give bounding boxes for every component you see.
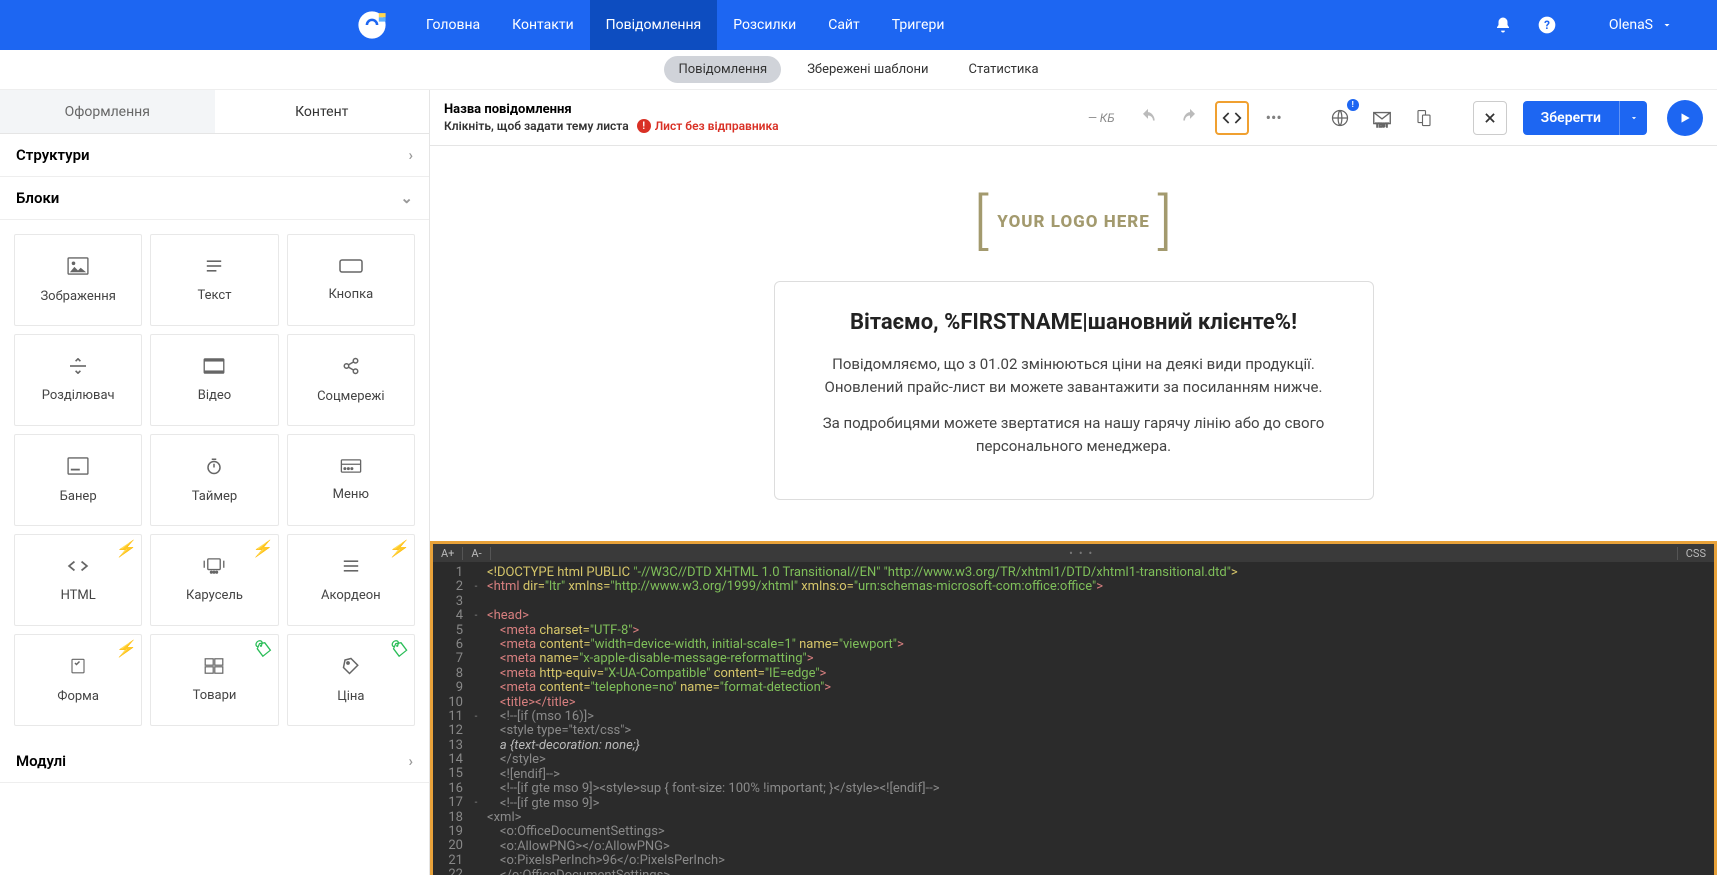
code-gutter: 12345678910111213141516171819202122: [433, 544, 469, 875]
lightning-badge-icon: ⚡: [388, 539, 408, 558]
price-icon: [342, 657, 360, 679]
block-button[interactable]: Кнопка: [287, 234, 415, 326]
chevron-right-icon: ›: [408, 752, 413, 770]
language-badge-icon: !: [1347, 99, 1359, 111]
block-banner[interactable]: Банер: [14, 434, 142, 526]
css-tab-button[interactable]: CSS: [1677, 547, 1714, 560]
user-menu[interactable]: OlenaS: [1609, 17, 1673, 33]
menu-icon: [340, 459, 362, 477]
sub-tabs: Повідомлення Збережені шаблони Статистика: [0, 50, 1717, 90]
nav-item-5[interactable]: Тригери: [876, 0, 961, 50]
code-editor-toolbar: A+ A- ••• CSS: [433, 544, 1714, 562]
email-heading: Вітаємо, %FIRSTNAME|шановний клієнте%!: [807, 310, 1341, 335]
email-paragraph: За подробицями можете звертатися на нашу…: [807, 412, 1341, 457]
email-body-card[interactable]: Вітаємо, %FIRSTNAME|шановний клієнте%! П…: [774, 281, 1374, 500]
tag-badge-icon: 🏷: [251, 639, 271, 658]
close-button[interactable]: [1473, 101, 1507, 135]
nav-item-4[interactable]: Сайт: [812, 0, 876, 50]
drag-handle-icon[interactable]: •••: [491, 547, 1677, 560]
section-structures[interactable]: Структури ›: [0, 134, 429, 177]
subtab-2[interactable]: Статистика: [955, 56, 1053, 83]
lightning-badge-icon: ⚡: [115, 539, 135, 558]
send-button[interactable]: [1667, 100, 1703, 136]
chevron-right-icon: ›: [408, 146, 413, 164]
block-html[interactable]: ⚡HTML: [14, 534, 142, 626]
chevron-down-icon: ⌄: [400, 189, 413, 207]
text-icon: [204, 258, 224, 278]
code-view-button[interactable]: [1215, 101, 1249, 135]
block-form[interactable]: ⚡Форма: [14, 634, 142, 726]
block-video[interactable]: Відео: [150, 334, 278, 426]
divider-icon: [68, 358, 88, 378]
accordion-icon: [341, 558, 361, 578]
block-timer[interactable]: Таймер: [150, 434, 278, 526]
message-subject-hint[interactable]: Клікніть, щоб задати тему листа: [444, 119, 629, 133]
section-modules[interactable]: Модулі ›: [0, 740, 429, 783]
bell-icon[interactable]: [1485, 7, 1521, 43]
editor-area: Назва повідомлення Клікніть, щоб задати …: [430, 90, 1717, 875]
redo-button[interactable]: [1173, 101, 1207, 135]
carousel-icon: [203, 558, 225, 578]
code-body[interactable]: <!DOCTYPE html PUBLIC "-//W3C//DTD XHTML…: [483, 544, 1714, 875]
block-divider[interactable]: Розділювач: [14, 334, 142, 426]
code-editor[interactable]: A+ A- ••• CSS 12345678910111213141516171…: [430, 541, 1717, 875]
subtab-0[interactable]: Повідомлення: [664, 56, 781, 83]
warning-no-sender[interactable]: ! Лист без відправника: [637, 119, 779, 133]
email-canvas[interactable]: [ YOUR LOGO HERE ] Вітаємо, %FIRSTNAME|ш…: [430, 146, 1717, 875]
block-text[interactable]: Текст: [150, 234, 278, 326]
nav-item-2[interactable]: Повідомлення: [590, 0, 718, 50]
nav-item-3[interactable]: Розсилки: [717, 0, 812, 50]
block-share[interactable]: Соцмережі: [287, 334, 415, 426]
save-dropdown[interactable]: [1619, 101, 1647, 135]
button-icon: [339, 259, 363, 277]
timer-icon: [205, 457, 223, 479]
editor-toolbar: Назва повідомлення Клікніть, щоб задати …: [430, 90, 1717, 146]
test-button[interactable]: TEST: [1365, 101, 1399, 135]
user-name: OlenaS: [1609, 17, 1653, 33]
left-panel: Оформлення Контент Структури › Блоки ⌄ З…: [0, 90, 430, 875]
top-nav: ГоловнаКонтактиПовідомленняРозсилкиСайтТ…: [0, 0, 1717, 50]
message-title[interactable]: Назва повідомлення: [444, 102, 779, 117]
tab-content[interactable]: Контент: [215, 90, 430, 134]
font-increase-button[interactable]: A+: [433, 547, 463, 560]
save-button[interactable]: Зберегти: [1523, 101, 1619, 135]
preview-button[interactable]: [1407, 101, 1441, 135]
svg-text:?: ?: [1544, 18, 1550, 32]
more-button[interactable]: •••: [1257, 101, 1291, 135]
svg-text:TEST: TEST: [1375, 123, 1389, 129]
warning-icon: !: [637, 119, 651, 133]
lightning-badge-icon: ⚡: [252, 539, 272, 558]
logo-placeholder[interactable]: [ YOUR LOGO HERE ]: [974, 186, 1173, 257]
form-icon: [69, 657, 87, 679]
nav-item-1[interactable]: Контакти: [496, 0, 590, 50]
share-icon: [342, 357, 360, 379]
message-size: — КБ: [1088, 111, 1115, 125]
tag-badge-icon: 🏷: [388, 639, 408, 658]
lightning-badge-icon: ⚡: [115, 639, 135, 658]
block-carousel[interactable]: ⚡Карусель: [150, 534, 278, 626]
code-fold-gutter[interactable]: ----: [469, 544, 483, 875]
block-price[interactable]: 🏷Ціна: [287, 634, 415, 726]
banner-icon: [67, 457, 89, 479]
undo-button[interactable]: [1131, 101, 1165, 135]
block-accordion[interactable]: ⚡Акордеон: [287, 534, 415, 626]
block-products[interactable]: 🏷Товари: [150, 634, 278, 726]
html-icon: [67, 558, 89, 578]
app-logo[interactable]: [354, 7, 390, 43]
font-decrease-button[interactable]: A-: [463, 547, 490, 560]
email-paragraph: Повідомляємо, що з 01.02 змінюються ціни…: [807, 353, 1341, 398]
subtab-1[interactable]: Збережені шаблони: [793, 56, 942, 83]
block-menu[interactable]: Меню: [287, 434, 415, 526]
help-icon[interactable]: ?: [1529, 7, 1565, 43]
tab-design[interactable]: Оформлення: [0, 90, 215, 134]
image-icon: [67, 257, 89, 279]
section-blocks[interactable]: Блоки ⌄: [0, 177, 429, 220]
chevron-down-icon: [1661, 19, 1673, 31]
video-icon: [203, 358, 225, 378]
language-button[interactable]: !: [1323, 101, 1357, 135]
block-image[interactable]: Зображення: [14, 234, 142, 326]
nav-item-0[interactable]: Головна: [410, 0, 496, 50]
products-icon: [204, 658, 224, 678]
